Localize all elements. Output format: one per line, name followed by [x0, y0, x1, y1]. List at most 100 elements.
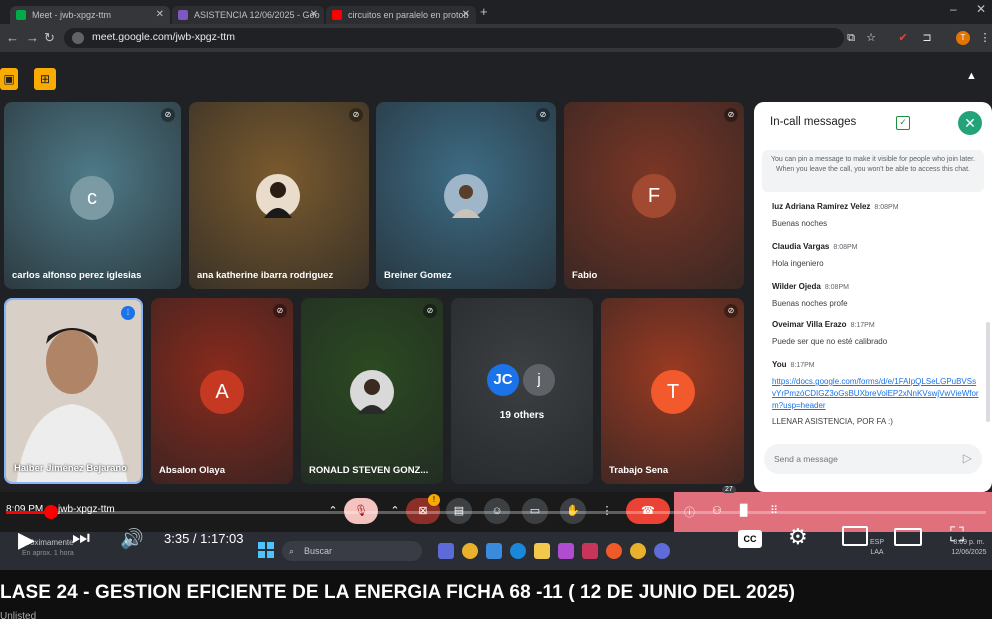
meet-icon: [16, 10, 26, 20]
participant-tile: ⊘ ana katherine ibarra rodriguez: [189, 102, 369, 289]
participant-tile: A ⊘ Absalon Olaya: [151, 298, 293, 484]
profile-avatar[interactable]: T: [956, 31, 970, 45]
reload-icon[interactable]: ↻: [44, 30, 55, 46]
edge-icon[interactable]: [486, 543, 502, 559]
store-icon[interactable]: [558, 543, 574, 559]
new-tab-button[interactable]: +: [480, 4, 488, 19]
mouse-cursor-icon: ▲: [966, 70, 977, 82]
url-text: meet.google.com/jwb-xpgz-ttm: [92, 31, 235, 43]
menu-dots-icon[interactable]: ⋮: [978, 31, 992, 45]
message-author: Wilder Ojeda: [772, 282, 821, 291]
tab-circuitos[interactable]: circuitos en paralelo en protob ✕: [326, 6, 476, 24]
chat-title: In-call messages: [770, 116, 857, 128]
play-icon[interactable]: ▶: [18, 527, 35, 553]
message-link[interactable]: https://docs.google.com/forms/d/e/1FAIpQ…: [772, 376, 980, 412]
message-time: 8:17PM: [850, 322, 875, 329]
tab-label: ASISTENCIA 12/06/2025 - Goo: [194, 10, 320, 20]
chat-message: luz Adriana Ramírez Velez 8:08PM Buenas n…: [772, 202, 980, 229]
activities-icon[interactable]: ⊞: [34, 68, 56, 90]
back-icon[interactable]: ←: [6, 30, 19, 45]
tab-meet[interactable]: Meet - jwb-xpgz-ttm ✕: [10, 6, 170, 24]
participant-name: Absalon Olaya: [159, 465, 225, 476]
close-window-icon[interactable]: ✕: [976, 2, 986, 16]
miniplayer-icon[interactable]: [842, 526, 868, 546]
taskview-icon[interactable]: [438, 543, 454, 559]
theater-mode-icon[interactable]: [894, 528, 922, 546]
participant-name: carlos alfonso perez iglesias: [12, 270, 142, 281]
forward-icon[interactable]: →: [26, 30, 39, 45]
screen: Meet - jwb-xpgz-ttm ✕ ASISTENCIA 12/06/2…: [0, 0, 992, 619]
message-text: LLENAR ASISTENCIA, POR FA :): [772, 417, 893, 426]
address-bar[interactable]: meet.google.com/jwb-xpgz-ttm: [64, 28, 844, 48]
app-icon[interactable]: [582, 543, 598, 559]
app-icon[interactable]: [606, 543, 622, 559]
participant-tile: T ⊘ Trabajo Sena: [601, 298, 744, 484]
message-text: Buenas noches: [772, 219, 828, 228]
avatar: T: [651, 370, 695, 414]
close-icon[interactable]: ✕: [156, 6, 164, 24]
avatar-photo: [350, 370, 394, 414]
avatar: j: [523, 364, 555, 396]
video-time: 3:35 / 1:17:03: [164, 531, 244, 546]
mic-off-icon: ⊘: [724, 304, 738, 318]
pin-checkbox-icon[interactable]: ✓: [896, 116, 910, 130]
minimize-icon[interactable]: –: [950, 2, 957, 16]
record-icon[interactable]: ▣: [0, 68, 18, 90]
message-text: Buenas noches profe: [772, 299, 848, 308]
close-icon[interactable]: ✕: [310, 6, 318, 24]
participant-name: ana katherine ibarra rodriguez: [197, 270, 334, 281]
close-chat-button[interactable]: ✕: [958, 111, 982, 135]
message-time: 8:17PM: [790, 362, 815, 369]
mic-off-icon: ⊘: [724, 108, 738, 122]
tab-label: Meet - jwb-xpgz-ttm: [32, 10, 112, 20]
participant-name: Breiner Gomez: [384, 270, 452, 281]
bookmark-star-icon[interactable]: ☆: [864, 31, 878, 45]
avatar: A: [200, 370, 244, 414]
chat-scrollbar[interactable]: [986, 322, 990, 422]
others-count: 19 others: [499, 410, 545, 421]
mic-off-icon: ⊘: [161, 108, 175, 122]
send-icon[interactable]: ▷: [963, 451, 972, 465]
extension-icon[interactable]: ✔: [896, 31, 910, 45]
site-info-icon[interactable]: [72, 32, 84, 44]
mic-off-icon: ⊘: [273, 304, 287, 318]
participant-name: Trabajo Sena: [609, 465, 669, 476]
chrome-icon[interactable]: [462, 543, 478, 559]
fullscreen-icon[interactable]: ⛶: [950, 524, 964, 547]
next-icon[interactable]: ⏭: [72, 527, 90, 550]
language-indicator[interactable]: ESP LAA: [866, 538, 888, 558]
message-author: You: [772, 360, 787, 369]
chat-message: Wilder Ojeda 8:08PM Buenas noches profe: [772, 282, 980, 309]
participant-name: Haiber Jiménez Bejarano: [14, 463, 127, 474]
video-title: LASE 24 - GESTION EFICIENTE DE LA ENERGI…: [0, 582, 796, 603]
tab-label: circuitos en paralelo en protob: [348, 10, 469, 20]
message-author: luz Adriana Ramírez Velez: [772, 202, 871, 211]
edge-browser-icon[interactable]: [510, 543, 526, 559]
chrome-icon[interactable]: [630, 543, 646, 559]
app-icon[interactable]: [654, 543, 670, 559]
chat-info-notice: You can pin a message to make it visible…: [762, 150, 984, 192]
avatar-photo: [256, 174, 300, 218]
others-tile[interactable]: JC j 19 others: [451, 298, 593, 484]
send-message-input[interactable]: [774, 451, 944, 467]
file-explorer-icon[interactable]: [534, 543, 550, 559]
volume-icon[interactable]: 🔊: [120, 527, 144, 551]
browser-toolbar: ← → ↻ meet.google.com/jwb-xpgz-ttm ⧉ ☆ ✔…: [0, 24, 992, 52]
mic-off-icon: ⊘: [423, 304, 437, 318]
settings-gear-icon[interactable]: ⚙: [788, 524, 808, 550]
tab-asistencia[interactable]: ASISTENCIA 12/06/2025 - Goo ✕: [172, 6, 324, 24]
windows-start-icon[interactable]: [258, 542, 274, 558]
meet-stage: ▣ ⊞ ▲ c ⊘ carlos alfonso perez iglesias …: [0, 52, 992, 492]
message-text: Puede ser que no esté calibrado: [772, 337, 888, 346]
avatar-photo: [444, 174, 488, 218]
chat-message: Claudia Vargas 8:08PM Hola ingeniero: [772, 242, 980, 269]
close-icon[interactable]: ✕: [462, 6, 470, 24]
message-author: Claudia Vargas: [772, 242, 830, 251]
translate-icon[interactable]: ⧉: [844, 31, 858, 45]
captions-cc-button[interactable]: CC: [738, 530, 762, 548]
taskbar-search[interactable]: ⌕ Buscar: [282, 541, 422, 561]
extensions-puzzle-icon[interactable]: ⊐: [920, 31, 934, 45]
search-icon: ⌕: [289, 546, 295, 556]
video-progress-bar[interactable]: [6, 511, 986, 514]
video-scrubber[interactable]: [44, 505, 58, 519]
